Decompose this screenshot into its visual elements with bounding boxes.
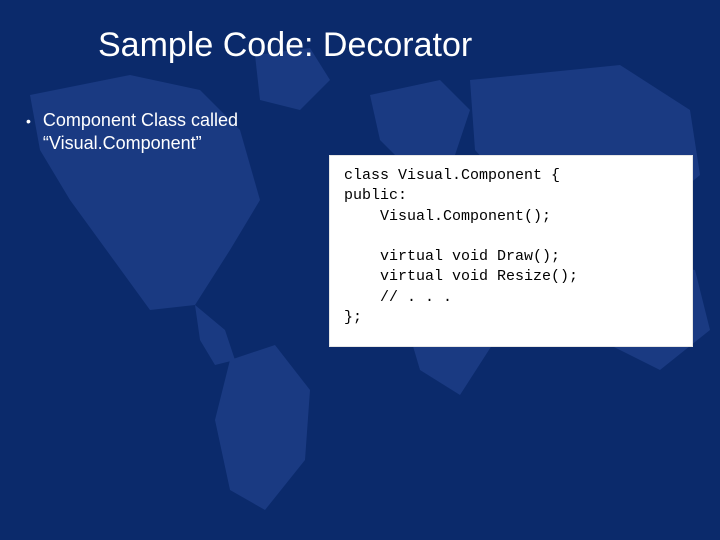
bullet-marker-icon: • [22, 109, 31, 133]
bullet-item: • Component Class called “Visual.Compone… [22, 109, 330, 154]
bullet-list: • Component Class called “Visual.Compone… [0, 65, 330, 154]
slide-content: Sample Code: Decorator • Component Class… [0, 0, 720, 540]
slide-title: Sample Code: Decorator [0, 0, 720, 65]
bullet-text: Component Class called “Visual.Component… [43, 109, 330, 154]
code-sample: class Visual.Component { public: Visual.… [330, 156, 692, 346]
